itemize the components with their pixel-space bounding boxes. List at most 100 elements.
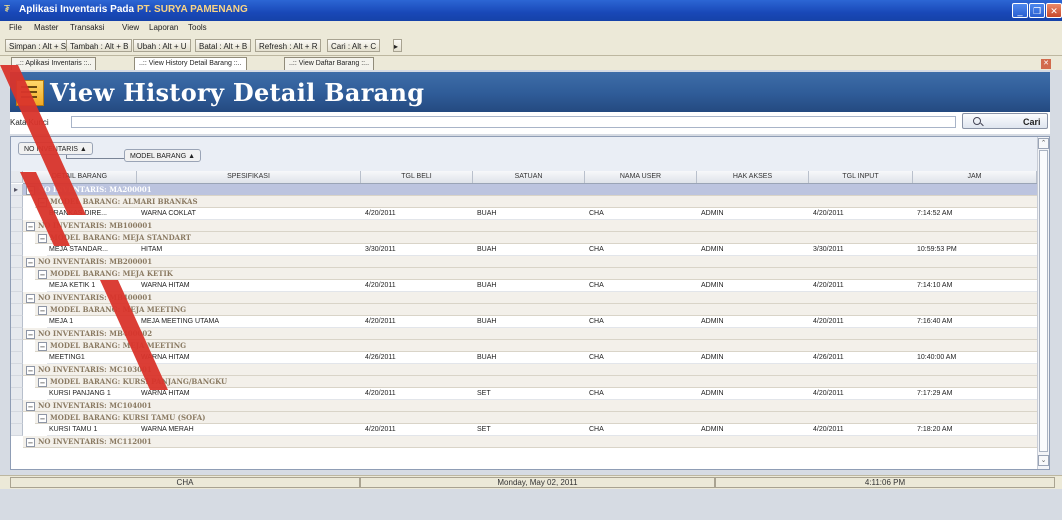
- cell-tgl-beli: 4/20/2011: [365, 426, 396, 433]
- group-row-no-inventaris[interactable]: − NO INVENTARIS: MC112001: [23, 436, 1037, 448]
- collapse-icon[interactable]: −: [26, 186, 35, 195]
- cari-button[interactable]: Cari: [962, 113, 1048, 129]
- toolbar-overflow-icon[interactable]: ▸: [393, 39, 402, 52]
- group-row-no-inventaris[interactable]: − NO INVENTARIS: MC103001: [23, 364, 1037, 376]
- row-selector[interactable]: [11, 364, 23, 376]
- menu-transaksi[interactable]: Transaksi: [70, 23, 104, 32]
- row-selector[interactable]: [11, 208, 23, 220]
- cell-hak-akses: ADMIN: [701, 210, 724, 217]
- group-chip-model-barang[interactable]: MODEL BARANG ▲: [124, 149, 202, 162]
- row-selector[interactable]: [11, 352, 23, 364]
- cell-hak-akses: ADMIN: [701, 354, 724, 361]
- close-button[interactable]: ✕: [1046, 3, 1062, 18]
- ubah-button[interactable]: Ubah : Alt + U: [133, 39, 191, 52]
- collapse-icon[interactable]: −: [38, 198, 47, 207]
- table-row[interactable]: MEETING1 WARNA HITAM 4/26/2011 BUAH CHA ADMIN…: [47, 352, 1037, 364]
- row-selector[interactable]: [11, 376, 23, 388]
- group-row-no-inventaris[interactable]: − NO INVENTARIS: MB400002: [23, 328, 1037, 340]
- group-row-model-barang[interactable]: − MODEL BARANG: KURSI PANJANG/BANGKU: [35, 376, 1037, 388]
- collapse-icon[interactable]: −: [38, 378, 47, 387]
- group-row-model-barang[interactable]: − MODEL BARANG: MEJA STANDART: [35, 232, 1037, 244]
- column-detail-barang[interactable]: DETAIL BARANG: [23, 171, 137, 183]
- column-spesifikasi[interactable]: SPESIFIKASI: [137, 171, 361, 183]
- scroll-thumb[interactable]: [1039, 150, 1048, 452]
- group-row-model-barang[interactable]: − MODEL BARANG: MEJA MEETING: [35, 304, 1037, 316]
- group-row-no-inventaris[interactable]: − NO INVENTARIS: MB400001: [23, 292, 1037, 304]
- menu-master[interactable]: Master: [34, 23, 58, 32]
- group-row-no-inventaris[interactable]: − NO INVENTARIS: MB200001: [23, 256, 1037, 268]
- table-row[interactable]: MEJA KETIK 1 WARNA HITAM 4/20/2011 BUAH CHA A…: [47, 280, 1037, 292]
- scroll-up-icon[interactable]: ⌃: [1038, 138, 1049, 149]
- collapse-icon[interactable]: −: [38, 342, 47, 351]
- menu-file[interactable]: File: [9, 23, 22, 32]
- column-tgl-beli[interactable]: TGL BELI: [361, 171, 473, 183]
- batal-button[interactable]: Batal : Alt + B: [195, 39, 252, 52]
- column-nama-user[interactable]: NAMA USER: [585, 171, 697, 183]
- column-jam[interactable]: JAM: [913, 171, 1037, 183]
- menu-view[interactable]: View: [122, 23, 139, 32]
- refresh-button[interactable]: Refresh : Alt + R: [255, 39, 322, 52]
- row-selector[interactable]: [11, 424, 23, 436]
- table-row[interactable]: KURSI PANJANG 1 WARNA HITAM 4/20/2011 SET CH…: [47, 388, 1037, 400]
- tab-view-history-detail-barang[interactable]: ..:: View History Detail Barang ::..: [134, 57, 247, 70]
- row-selector[interactable]: [11, 196, 23, 208]
- minimize-button[interactable]: _: [1012, 3, 1028, 18]
- scroll-down-icon[interactable]: ⌄: [1038, 455, 1049, 466]
- simpan-button[interactable]: Simpan : Alt + S: [5, 39, 71, 52]
- row-selector[interactable]: [11, 292, 23, 304]
- table-row[interactable]: MEJA STANDAR... HITAM 3/30/2011 BUAH CHA ADMI…: [47, 244, 1037, 256]
- column-tgl-input[interactable]: TGL INPUT: [809, 171, 913, 183]
- group-row-model-barang[interactable]: − MODEL BARANG: MEJA MEETING: [35, 340, 1037, 352]
- collapse-icon[interactable]: −: [38, 270, 47, 279]
- cell-nama-user: CHA: [589, 390, 604, 397]
- row-selector[interactable]: [11, 328, 23, 340]
- search-input[interactable]: [71, 116, 956, 128]
- vertical-scrollbar[interactable]: ⌃ ⌄: [1037, 137, 1049, 469]
- tambah-button[interactable]: Tambah : Alt + B: [66, 39, 133, 52]
- table-row[interactable]: BRANKAS DIRE... WARNA COKLAT 4/20/2011 BUAH…: [47, 208, 1037, 220]
- table-row[interactable]: MEJA 1 MEJA MEETING UTAMA 4/20/2011 BUAH CHA…: [47, 316, 1037, 328]
- collapse-icon[interactable]: −: [38, 306, 47, 315]
- row-selector[interactable]: [11, 412, 23, 424]
- tab-aplikasi-inventaris[interactable]: ..:: Aplikasi Inventaris ::..: [11, 57, 97, 70]
- row-selector[interactable]: [11, 232, 23, 244]
- tab-view-daftar-barang[interactable]: ..:: View Daftar Barang ::..: [284, 57, 375, 70]
- row-selector[interactable]: [11, 316, 23, 328]
- cell-spesifikasi: WARNA MERAH: [141, 426, 194, 433]
- column-hak-akses[interactable]: HAK AKSES: [697, 171, 809, 183]
- collapse-icon[interactable]: −: [26, 366, 35, 375]
- row-selector[interactable]: [11, 280, 23, 292]
- menu-laporan[interactable]: Laporan: [149, 23, 178, 32]
- row-selector[interactable]: [11, 244, 23, 256]
- collapse-icon[interactable]: −: [26, 402, 35, 411]
- row-selector[interactable]: [11, 268, 23, 280]
- collapse-icon[interactable]: −: [26, 222, 35, 231]
- tab-close-icon[interactable]: ✕: [1041, 59, 1051, 69]
- group-row-no-inventaris[interactable]: − NO INVENTARIS: MC104001: [23, 400, 1037, 412]
- collapse-icon[interactable]: −: [26, 438, 35, 447]
- row-selector[interactable]: [11, 220, 23, 232]
- group-row-no-inventaris[interactable]: − NO INVENTARIS: MA200001: [23, 184, 1037, 196]
- collapse-icon[interactable]: −: [38, 234, 47, 243]
- column-satuan[interactable]: SATUAN: [473, 171, 585, 183]
- collapse-icon[interactable]: −: [26, 330, 35, 339]
- cari-toolbar-button[interactable]: Cari : Alt + C: [327, 39, 381, 52]
- maximize-button[interactable]: ❐: [1029, 3, 1045, 18]
- row-selector[interactable]: [11, 400, 23, 412]
- collapse-icon[interactable]: −: [26, 294, 35, 303]
- row-selector[interactable]: [11, 388, 23, 400]
- row-selector[interactable]: [11, 256, 23, 268]
- row-selector[interactable]: [11, 304, 23, 316]
- row-selector[interactable]: [11, 340, 23, 352]
- cell-tgl-beli: 4/20/2011: [365, 318, 396, 325]
- row-selector[interactable]: [11, 184, 23, 196]
- group-chip-no-inventaris[interactable]: NO INVENTARIS ▲: [18, 142, 93, 155]
- group-row-model-barang[interactable]: − MODEL BARANG: MEJA KETIK: [35, 268, 1037, 280]
- collapse-icon[interactable]: −: [38, 414, 47, 423]
- group-row-model-barang[interactable]: − MODEL BARANG: ALMARI BRANKAS: [35, 196, 1037, 208]
- group-row-model-barang[interactable]: − MODEL BARANG: KURSI TAMU (SOFA): [35, 412, 1037, 424]
- collapse-icon[interactable]: −: [26, 258, 35, 267]
- menu-tools[interactable]: Tools: [188, 23, 207, 32]
- table-row[interactable]: KURSI TAMU 1 WARNA MERAH 4/20/2011 SET CHA AD…: [47, 424, 1037, 436]
- group-row-no-inventaris[interactable]: − NO INVENTARIS: MB100001: [23, 220, 1037, 232]
